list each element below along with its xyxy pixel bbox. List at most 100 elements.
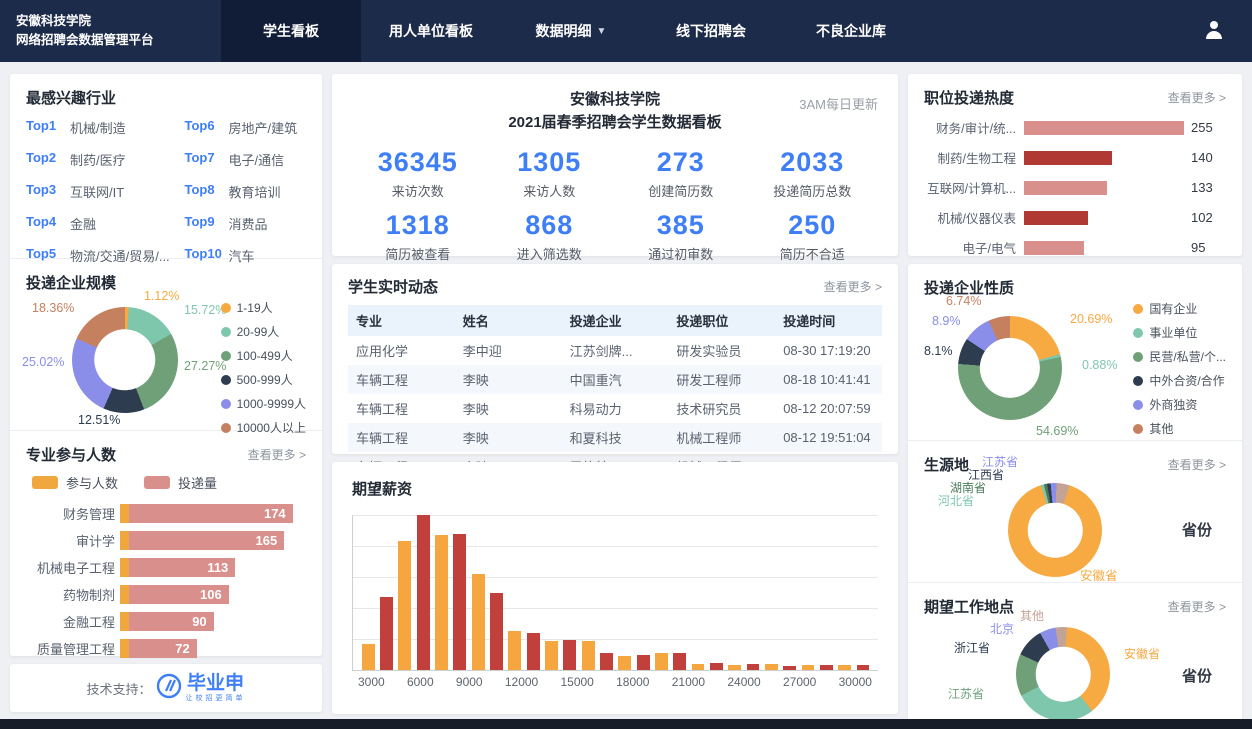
slice-label: 安徽省 xyxy=(1080,565,1118,582)
heat-label: 制药/生物工程 xyxy=(924,148,1024,167)
bar-fill xyxy=(1024,211,1088,225)
legend-label: 国有企业 xyxy=(1149,300,1197,317)
industry-item: Top3互联网/IT xyxy=(26,182,179,201)
bar-fill xyxy=(398,541,411,670)
industry-item: Top2制药/医疗 xyxy=(26,150,179,169)
legend-dot xyxy=(1133,352,1143,362)
bar-fill xyxy=(527,633,540,670)
histogram-bar xyxy=(744,515,762,670)
x-tick-label xyxy=(494,675,505,689)
donut xyxy=(1008,483,1102,577)
view-more-link[interactable]: 查看更多 > xyxy=(1168,598,1226,615)
brand-logo-icon xyxy=(156,673,182,704)
section-title: 学生实时动态 xyxy=(348,276,438,297)
participants-bar xyxy=(120,531,129,550)
major-label: 药物制剂 xyxy=(26,585,120,604)
slice-label: 北京 xyxy=(990,620,1014,637)
table-cell: 08-18 10:41:41 xyxy=(775,365,882,394)
industry-label: 制药/医疗 xyxy=(70,150,126,169)
histogram-bar xyxy=(799,515,817,670)
legend-label: 20-99人 xyxy=(237,323,280,340)
x-tick-label xyxy=(385,675,396,689)
table-row[interactable]: 应用化学李中迎江苏剑牌...研发实验员08-30 17:19:20 xyxy=(348,336,882,365)
view-more-link[interactable]: 查看更多 > xyxy=(824,278,882,295)
bar-fill xyxy=(1024,151,1112,165)
bar-fill xyxy=(380,597,393,670)
stat-value: 36345 xyxy=(352,147,484,178)
nav-tab[interactable]: 学生看板 xyxy=(221,0,361,62)
industry-rank: Top9 xyxy=(185,214,229,233)
bar-fill xyxy=(508,631,521,670)
submissions-bar: 106 xyxy=(129,585,229,604)
app-title-line2: 网络招聘会数据管理平台 xyxy=(16,31,221,50)
industry-item: Top4金融 xyxy=(26,214,179,233)
table-cell: 江苏剑牌... xyxy=(562,336,669,365)
nav-tab[interactable]: 线下招聘会 xyxy=(641,0,781,62)
expected-salary-card: 期望薪资 30006000900012000150001800021000240… xyxy=(332,462,898,714)
legend-label: 500-999人 xyxy=(237,371,293,388)
legend-dot xyxy=(1133,328,1143,338)
bottom-bar xyxy=(0,719,1252,729)
x-tick-label xyxy=(649,675,660,689)
legend-label: 1000-9999人 xyxy=(237,395,306,412)
industry-rank: Top10 xyxy=(185,246,229,265)
table-row[interactable]: 车辆工程李映和夏科技机械工程师08-12 19:51:04 xyxy=(348,423,882,452)
submissions-bar: 113 xyxy=(129,558,235,577)
industry-item: Top1机械/制造 xyxy=(26,118,179,137)
bar-fill xyxy=(747,664,760,670)
view-more-link[interactable]: 查看更多 > xyxy=(248,446,306,463)
user-avatar-icon[interactable] xyxy=(1202,17,1226,46)
bar-fill xyxy=(545,641,558,670)
view-more-link[interactable]: 查看更多 > xyxy=(1168,456,1226,473)
major-bar-row: 药物制剂 106 xyxy=(26,585,306,604)
section-title: 专业参与人数 xyxy=(26,444,116,465)
nav-tab[interactable]: 数据明细▼ xyxy=(501,0,641,62)
bar-track xyxy=(1024,151,1184,165)
major-bar-row: 金融工程90 xyxy=(26,612,306,631)
nav-tab[interactable]: 不良企业库 xyxy=(781,0,921,62)
bar-value: 72 xyxy=(175,641,189,656)
legend-label: 投递量 xyxy=(178,473,217,492)
donut xyxy=(72,307,178,413)
unit-label: 省份 xyxy=(1182,519,1212,540)
table-row[interactable]: 车辆工程李映科易动力技术研究员08-12 20:07:59 xyxy=(348,394,882,423)
donut-legend: 国有企业事业单位民营/私营/个...中外合资/合作外商独资其他 xyxy=(1133,300,1226,437)
histogram-bar xyxy=(396,515,414,670)
section-title: 投递企业规模 xyxy=(26,272,116,293)
bar-fill xyxy=(783,666,796,670)
major-bar-row: 财务管理174 xyxy=(26,504,306,523)
histogram-bar xyxy=(432,515,450,670)
table-row[interactable]: 车辆工程李映中国重汽研发工程师08-18 10:41:41 xyxy=(348,365,882,394)
histogram-bar xyxy=(524,515,542,670)
major-label: 金融工程 xyxy=(26,612,120,631)
legend-item: 投递量 xyxy=(144,473,217,492)
histogram-bar xyxy=(854,515,872,670)
legend-item: 国有企业 xyxy=(1133,300,1226,317)
nav-tab[interactable]: 用人单位看板 xyxy=(361,0,501,62)
left-panel-card: 最感兴趣行业 Top1机械/制造Top2制药/医疗Top3互联网/ITTop4金… xyxy=(10,74,322,656)
legend-label: 中外合资/合作 xyxy=(1149,372,1224,389)
legend-item: 100-499人 xyxy=(221,347,306,364)
table-column-header: 专业 xyxy=(348,305,455,336)
x-tick-label: 15000 xyxy=(560,675,593,689)
x-tick-label xyxy=(827,675,838,689)
x-tick-label: 9000 xyxy=(456,675,483,689)
stat-value: 868 xyxy=(484,210,616,241)
industry-label: 机械/制造 xyxy=(70,118,126,137)
stat-value: 1318 xyxy=(352,210,484,241)
industry-label: 房地产/建筑 xyxy=(229,118,298,137)
bar-fill xyxy=(802,665,815,670)
work-location-donut-chart: 其他 北京 浙江省 江苏省 上海 安徽省 省份 xyxy=(924,617,1226,729)
table-cell: 李映 xyxy=(455,365,562,394)
bar-fill xyxy=(838,665,851,670)
industry-rank: Top2 xyxy=(26,150,70,169)
brand-name: 毕业申 xyxy=(187,674,244,693)
industry-item: Top9消费品 xyxy=(185,214,306,233)
job-heat-bars: 财务/审计/统...255制药/生物工程140互联网/计算机...133机械/仪… xyxy=(924,118,1226,287)
section-title: 期望薪资 xyxy=(352,478,412,499)
view-more-link[interactable]: 查看更多 > xyxy=(1168,89,1226,106)
table-cell: 机械工程师 xyxy=(668,423,775,452)
slice-label: 8.9% xyxy=(932,314,961,328)
histogram-bar xyxy=(616,515,634,670)
bar-fill xyxy=(1024,121,1184,135)
